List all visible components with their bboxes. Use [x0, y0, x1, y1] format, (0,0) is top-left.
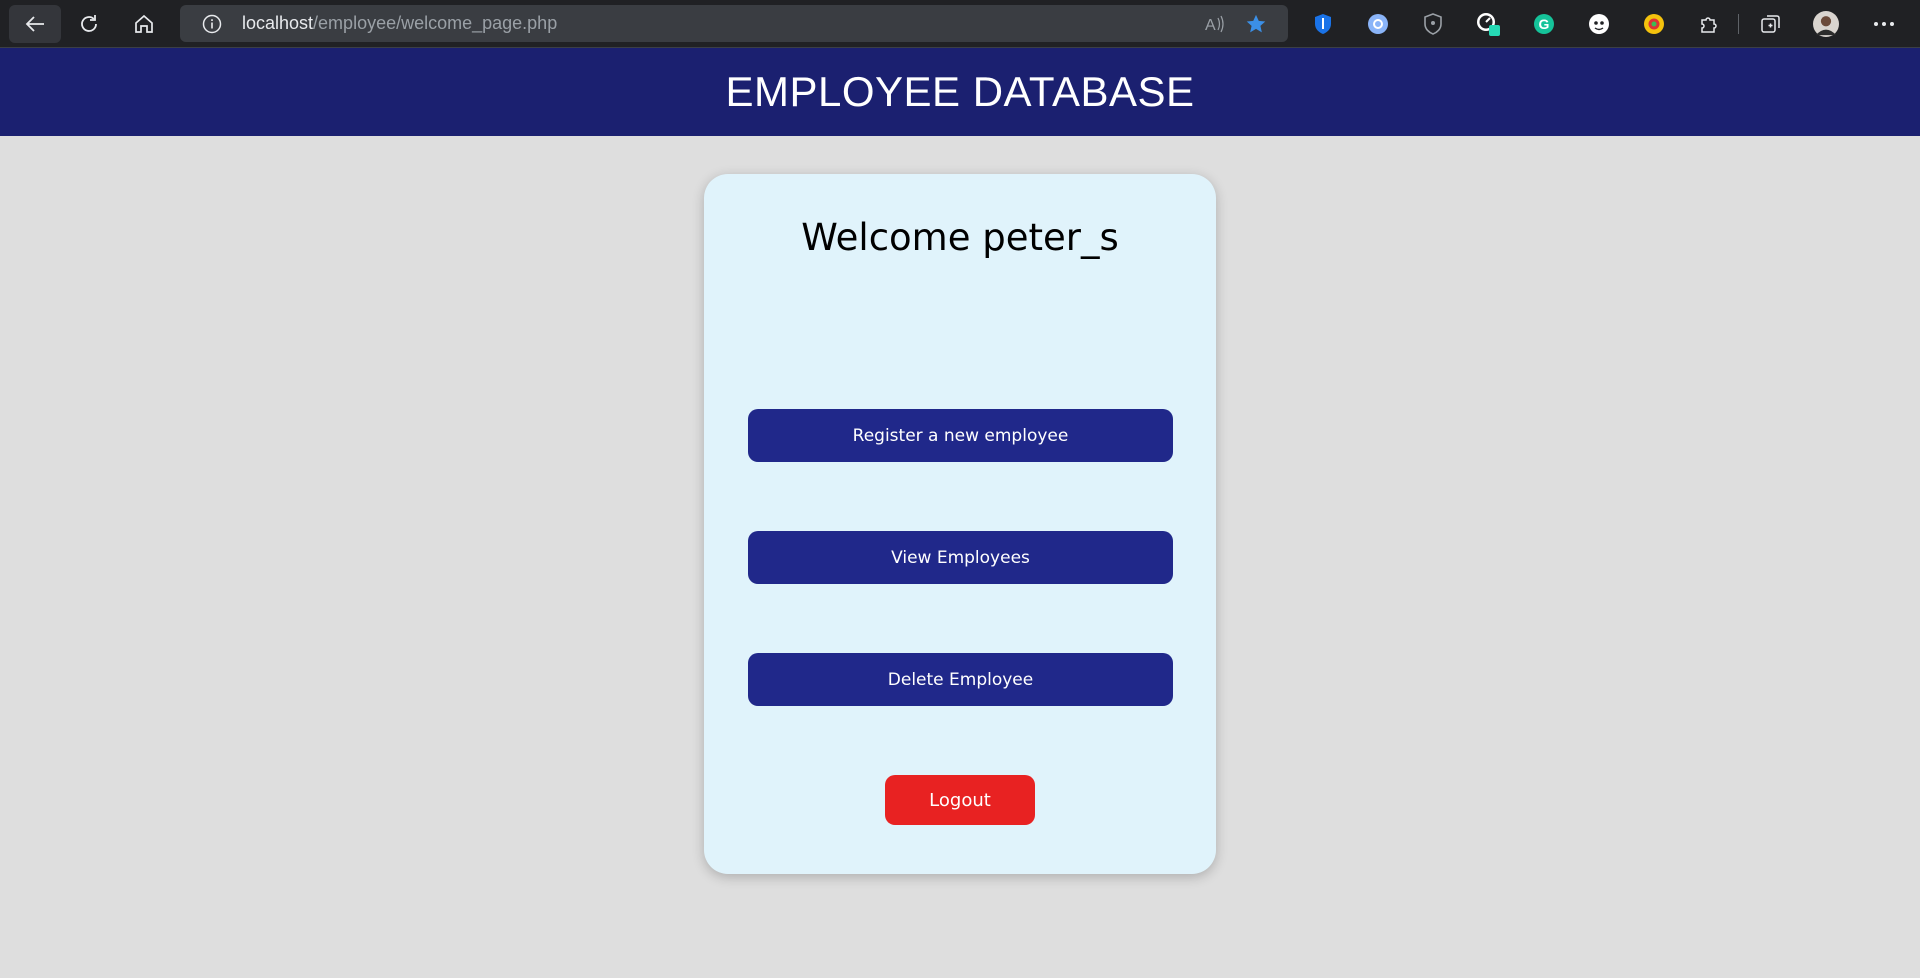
browser-toolbar: localhost/employee/welcome_page.php A G: [0, 0, 1920, 48]
logout-button[interactable]: Logout: [885, 775, 1035, 825]
url-path: /employee/welcome_page.php: [313, 13, 558, 33]
refresh-icon: [81, 15, 97, 32]
more-icon[interactable]: [1871, 11, 1897, 37]
collections-icon[interactable]: [1758, 11, 1784, 37]
back-button[interactable]: [9, 5, 61, 43]
register-employee-button[interactable]: Register a new employee: [748, 409, 1173, 462]
info-icon[interactable]: [202, 14, 222, 38]
page-title: EMPLOYEE DATABASE: [725, 68, 1195, 115]
app-header: EMPLOYEE DATABASE: [0, 48, 1920, 136]
star-icon[interactable]: [1245, 13, 1267, 39]
face-extension-icon[interactable]: [1586, 11, 1612, 37]
url-host: localhost: [242, 13, 314, 33]
shield-extension-icon[interactable]: [1310, 11, 1336, 37]
address-bar[interactable]: localhost/employee/welcome_page.php A: [180, 5, 1288, 42]
search-extension-icon[interactable]: [1365, 11, 1391, 37]
home-button[interactable]: [118, 5, 170, 43]
svg-text:A: A: [1205, 17, 1216, 34]
colorful-extension-icon[interactable]: [1641, 11, 1667, 37]
grammarly-icon[interactable]: G: [1531, 11, 1557, 37]
profile-avatar[interactable]: [1813, 11, 1839, 37]
puzzle-extensions-icon[interactable]: [1696, 11, 1722, 37]
delete-employee-button[interactable]: Delete Employee: [748, 653, 1173, 706]
read-aloud-icon[interactable]: A: [1204, 14, 1226, 38]
privacy-shield-icon[interactable]: [1420, 11, 1446, 37]
refresh-button[interactable]: [63, 5, 115, 43]
home-icon: [135, 14, 153, 33]
svg-text:G: G: [1539, 16, 1550, 32]
toolbar-divider: [1738, 14, 1739, 34]
speedometer-extension-icon[interactable]: [1475, 11, 1501, 37]
view-employees-button[interactable]: View Employees: [748, 531, 1173, 584]
back-arrow-icon: [25, 16, 44, 32]
url-text[interactable]: localhost/employee/welcome_page.php: [242, 5, 557, 42]
welcome-heading: Welcome peter_s: [801, 216, 1119, 259]
welcome-card: Welcome peter_s Register a new employee …: [704, 174, 1216, 874]
